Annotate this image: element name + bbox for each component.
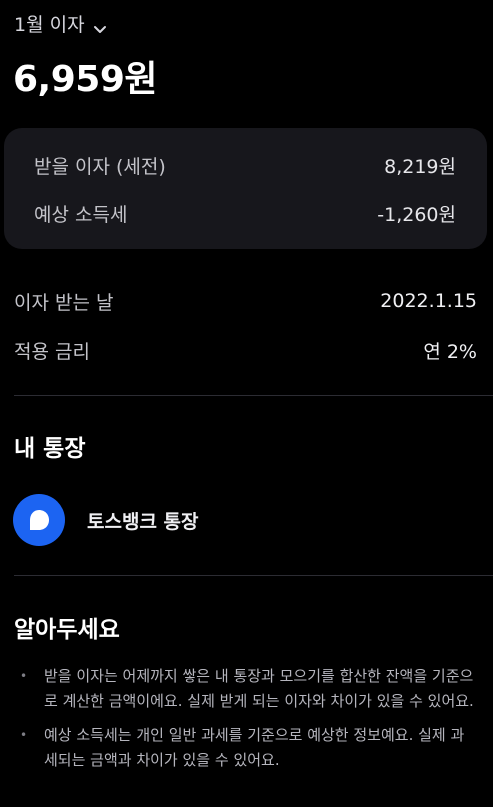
interest-rate-row: 적용 금리 연 2%	[14, 335, 477, 365]
notice-item: • 예상 소득세는 개인 일반 과세를 기준으로 예상한 정보예요. 실제 과세…	[18, 723, 478, 773]
interest-rate-value: 연 2%	[423, 340, 477, 363]
notice-list: • 받을 이자는 어제까지 쌓은 내 통장과 모으기를 합산한 잔액을 기준으로…	[18, 664, 478, 782]
account-name: 토스뱅크 통장	[87, 510, 199, 533]
bullet: •	[20, 728, 28, 742]
bullet: •	[20, 669, 28, 683]
notice-item: • 받을 이자는 어제까지 쌓은 내 통장과 모으기를 합산한 잔액을 기준으로…	[18, 664, 478, 714]
section-divider	[14, 575, 493, 576]
income-tax-row: 예상 소득세 -1,260원	[34, 198, 456, 228]
notice-title: 알아두세요	[14, 617, 120, 643]
payment-date-row: 이자 받는 날 2022.1.15	[14, 286, 477, 316]
section-divider	[14, 395, 493, 396]
interest-rate-label: 적용 금리	[14, 340, 90, 363]
pretax-interest-value: 8,219원	[384, 155, 456, 178]
payment-date-label: 이자 받는 날	[14, 291, 114, 314]
toss-bank-logo-icon	[13, 494, 65, 546]
interest-summary-card: 받을 이자 (세전) 8,219원 예상 소득세 -1,260원	[4, 128, 487, 249]
payment-date-value: 2022.1.15	[380, 290, 477, 312]
my-account-title: 내 통장	[14, 436, 86, 462]
chevron-down-icon	[93, 18, 107, 33]
month-selector[interactable]: 1월 이자	[14, 9, 107, 37]
total-interest-amount: 6,959원	[13, 59, 158, 100]
income-tax-value: -1,260원	[377, 203, 456, 226]
month-label: 1월 이자	[14, 13, 85, 36]
account-item[interactable]: 토스뱅크 통장	[13, 494, 199, 546]
notice-text: 받을 이자는 어제까지 쌓은 내 통장과 모으기를 합산한 잔액을 기준으로 계…	[44, 667, 474, 710]
pretax-interest-label: 받을 이자 (세전)	[34, 155, 166, 178]
income-tax-label: 예상 소득세	[34, 203, 128, 226]
notice-text: 예상 소득세는 개인 일반 과세를 기준으로 예상한 정보예요. 실제 과세되는…	[44, 726, 465, 769]
pretax-interest-row: 받을 이자 (세전) 8,219원	[34, 150, 456, 180]
